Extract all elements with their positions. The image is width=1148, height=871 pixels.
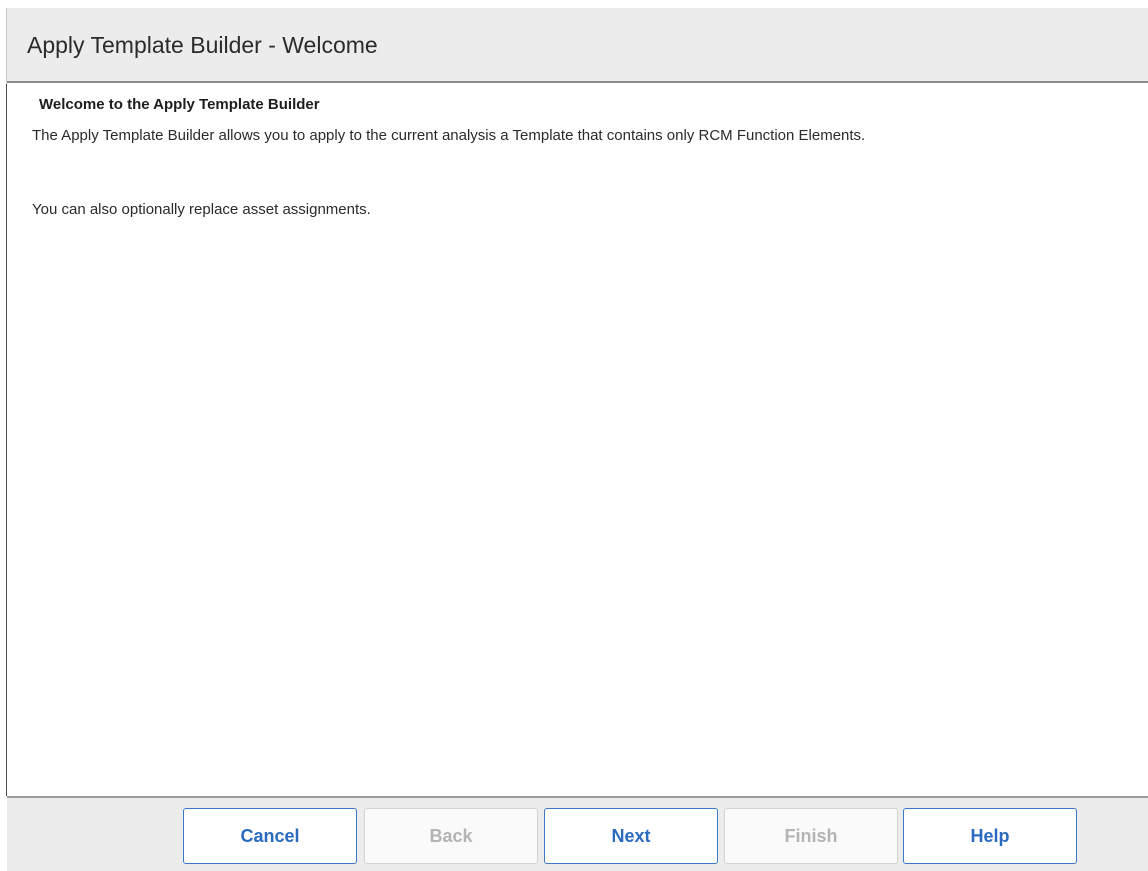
apply-template-builder-dialog: Apply Template Builder - Welcome Welcome… [0, 0, 1148, 871]
back-button[interactable]: Back [364, 808, 538, 864]
title-bar: Apply Template Builder - Welcome [7, 8, 1148, 83]
welcome-content: Welcome to the Apply Template Builder Th… [7, 83, 1148, 796]
help-button[interactable]: Help [903, 808, 1077, 864]
cancel-button[interactable]: Cancel [183, 808, 357, 864]
dialog-title: Apply Template Builder - Welcome [27, 32, 378, 58]
button-bar: Cancel Back Next Finish Help [7, 796, 1148, 871]
welcome-description: The Apply Template Builder allows you to… [32, 127, 866, 144]
welcome-heading: Welcome to the Apply Template Builder [39, 96, 320, 113]
next-button[interactable]: Next [544, 808, 718, 864]
finish-button[interactable]: Finish [724, 808, 898, 864]
welcome-note: You can also optionally replace asset as… [32, 201, 371, 218]
